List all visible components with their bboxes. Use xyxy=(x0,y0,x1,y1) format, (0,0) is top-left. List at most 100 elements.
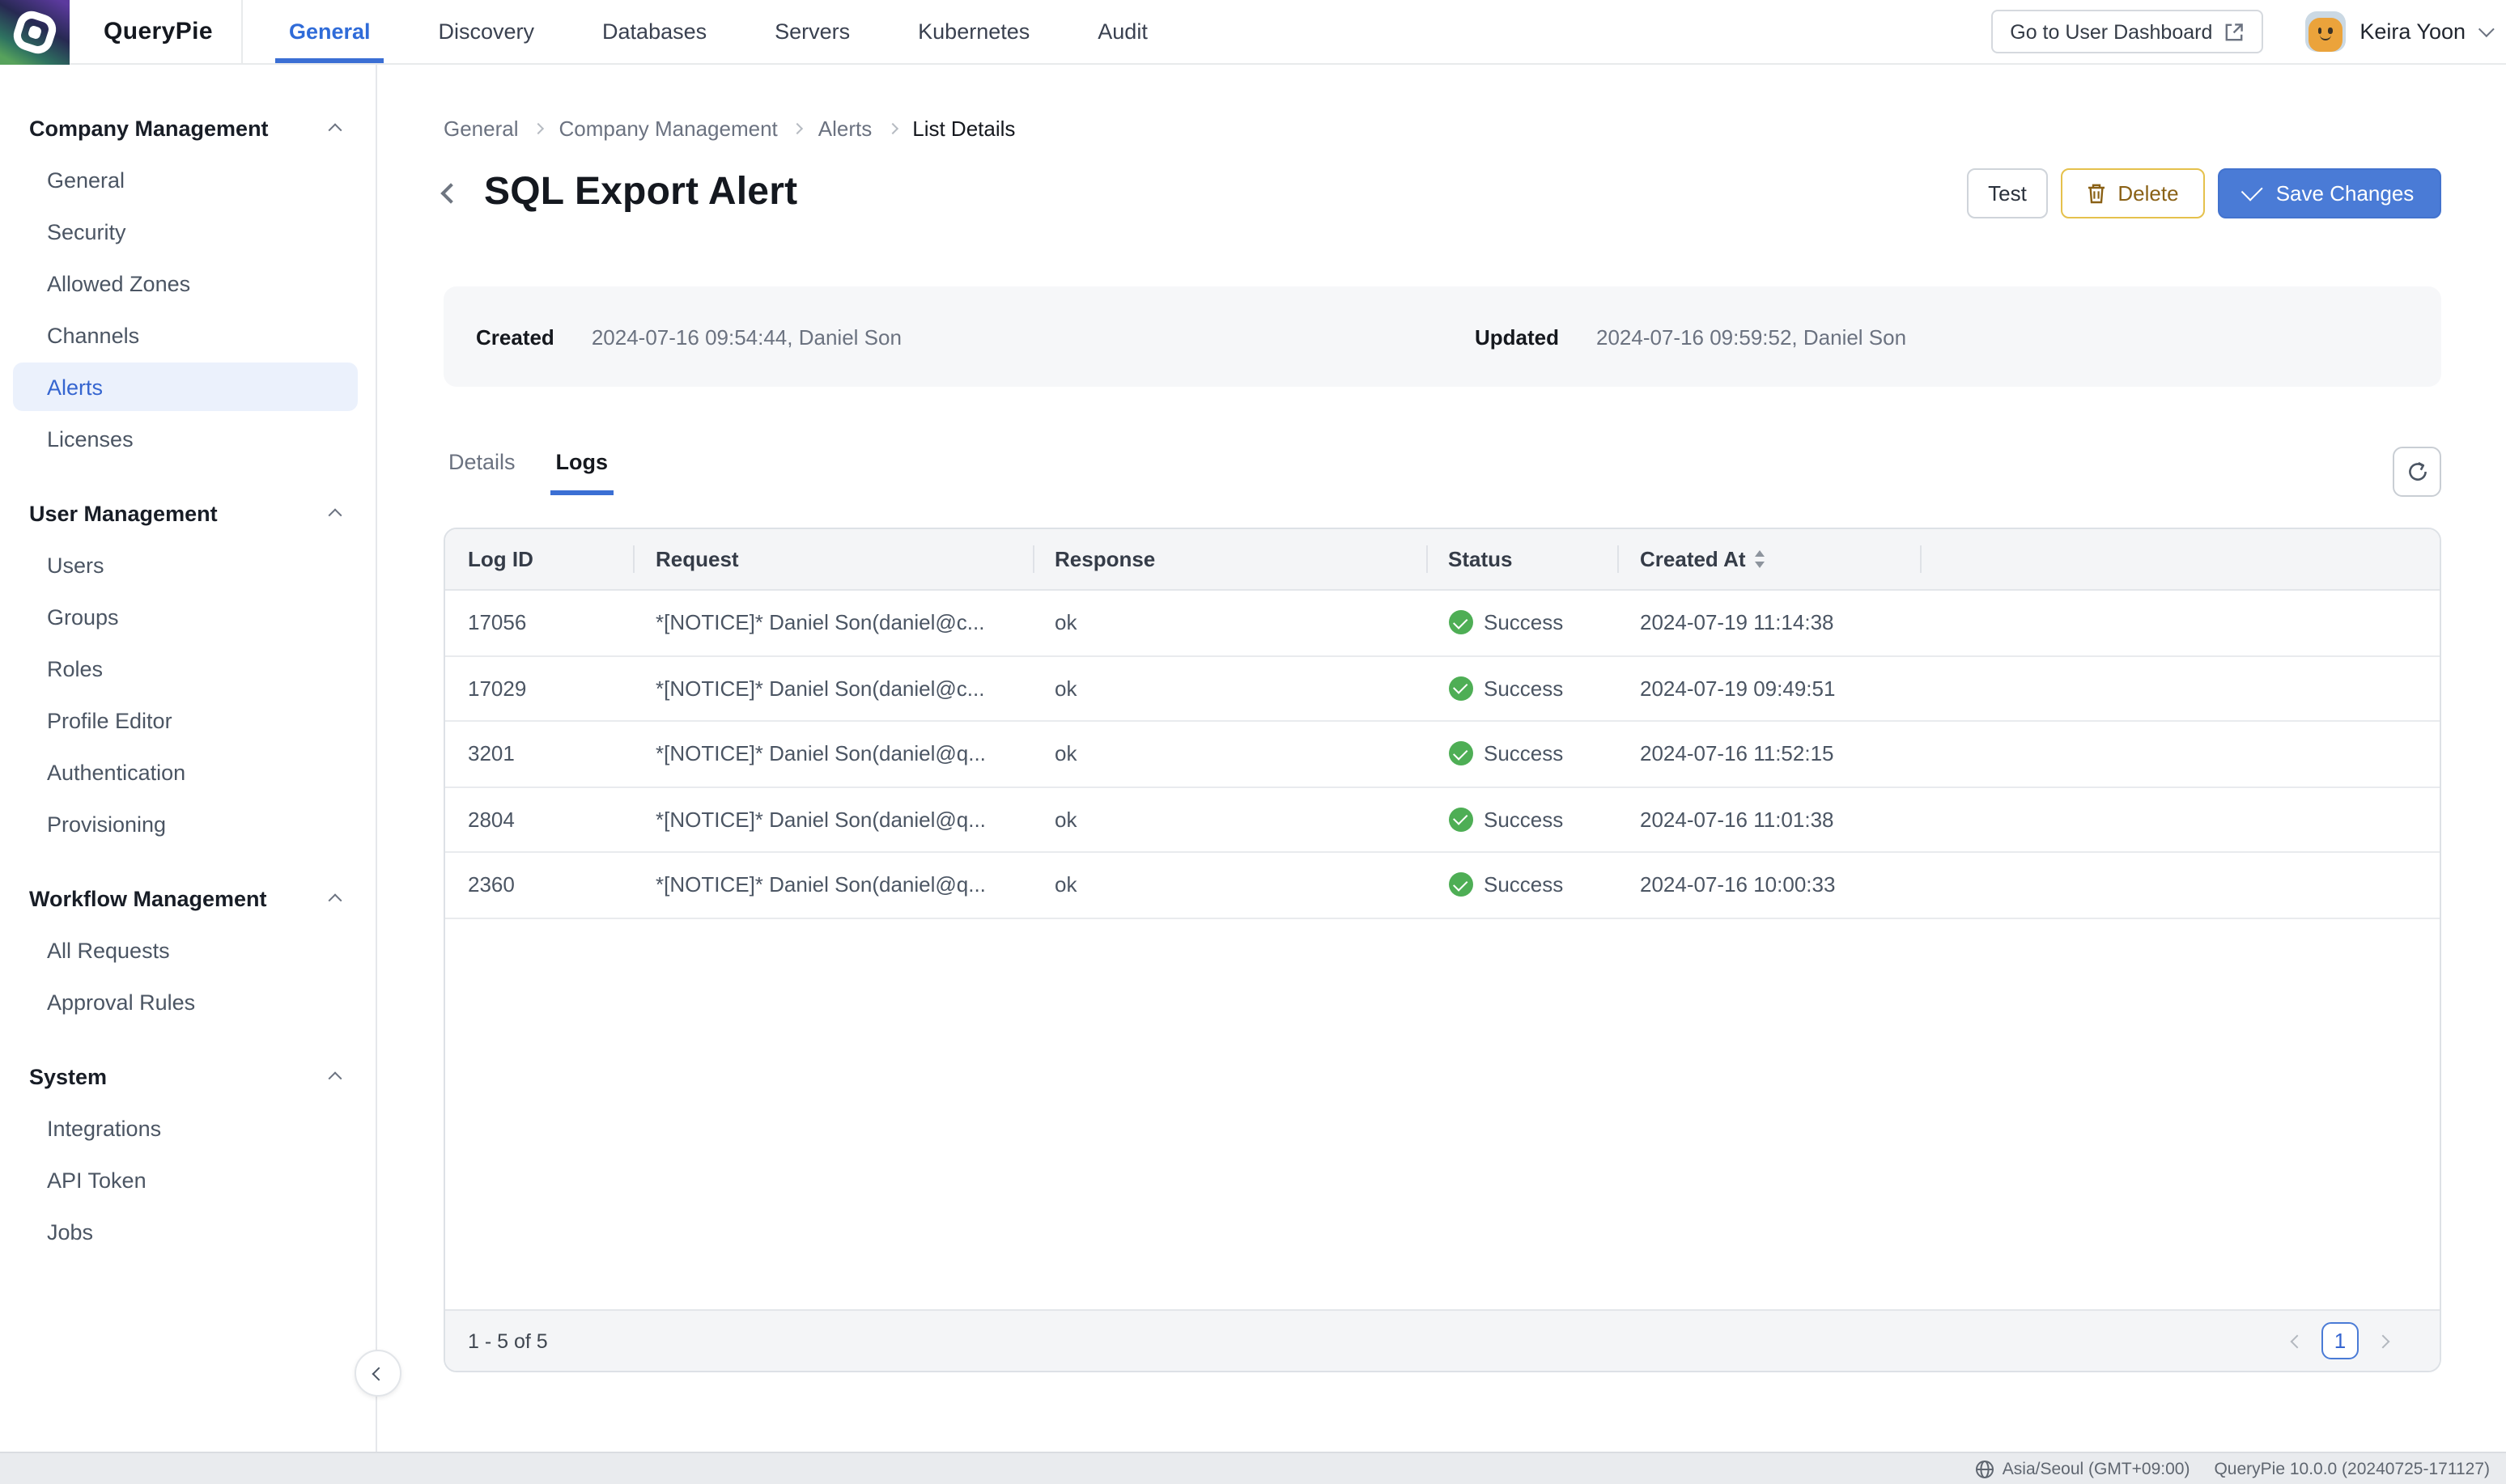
success-check-icon xyxy=(1448,873,1472,897)
chevron-up-icon xyxy=(329,893,342,907)
sidebar-item-roles[interactable]: Roles xyxy=(13,644,358,693)
sidebar-item-integrations[interactable]: Integrations xyxy=(13,1104,358,1152)
page-actions: Test Delete Save Changes xyxy=(1967,167,2441,218)
sidebar-section-system[interactable]: System xyxy=(0,1052,376,1100)
page-number[interactable]: 1 xyxy=(2321,1322,2359,1359)
table-row[interactable]: 2360 *[NOTICE]* Daniel Son(daniel@q... o… xyxy=(445,853,2440,918)
delete-button[interactable]: Delete xyxy=(2061,167,2205,218)
column-header-request: Request xyxy=(633,529,1032,589)
sidebar-item-general[interactable]: General xyxy=(13,155,358,204)
cell-created-at: 2024-07-16 10:00:33 xyxy=(1617,853,1919,917)
cell-response: ok xyxy=(1032,656,1425,720)
nav-servers[interactable]: Servers xyxy=(775,0,850,63)
table-row[interactable]: 3201 *[NOTICE]* Daniel Son(daniel@q... o… xyxy=(445,722,2440,787)
sidebar-item-licenses[interactable]: Licenses xyxy=(13,414,358,463)
cell-log-id: 17056 xyxy=(445,591,633,655)
globe-icon xyxy=(1975,1459,1994,1478)
sidebar-item-jobs[interactable]: Jobs xyxy=(13,1207,358,1256)
status-label: Success xyxy=(1484,808,1563,832)
nav-kubernetes[interactable]: Kubernetes xyxy=(918,0,1030,63)
sidebar-item-alerts[interactable]: Alerts xyxy=(13,363,358,411)
table-header-row: Log ID Request Response Status Created A… xyxy=(445,529,2440,591)
trash-icon xyxy=(2087,182,2106,203)
primary-nav: General Discovery Databases Servers Kube… xyxy=(289,0,1148,63)
timezone-label: Asia/Seoul (GMT+09:00) xyxy=(2003,1459,2190,1478)
cell-created-at: 2024-07-19 09:49:51 xyxy=(1617,656,1919,720)
sidebar-item-groups[interactable]: Groups xyxy=(13,592,358,641)
cell-created-at: 2024-07-16 11:52:15 xyxy=(1617,722,1919,786)
table-row[interactable]: 17056 *[NOTICE]* Daniel Son(daniel@c... … xyxy=(445,591,2440,656)
prev-page-button[interactable] xyxy=(2287,1331,2307,1350)
sidebar-item-authentication[interactable]: Authentication xyxy=(13,748,358,796)
go-to-user-dashboard-button[interactable]: Go to User Dashboard xyxy=(1990,10,2262,53)
success-check-icon xyxy=(1448,611,1472,635)
save-button-label: Save Changes xyxy=(2276,180,2415,205)
querypie-logo-icon xyxy=(0,0,70,64)
page-title: SQL Export Alert xyxy=(484,170,797,215)
sidebar-collapse-button[interactable] xyxy=(355,1350,401,1397)
row-range: 1 - 5 of 5 xyxy=(468,1329,548,1352)
column-header-response: Response xyxy=(1032,529,1425,589)
chevron-right-icon xyxy=(533,123,544,134)
cell-response: ok xyxy=(1032,787,1425,851)
save-changes-button[interactable]: Save Changes xyxy=(2218,167,2441,218)
cell-request: *[NOTICE]* Daniel Son(daniel@c... xyxy=(633,656,1032,720)
sidebar-item-api-token[interactable]: API Token xyxy=(13,1155,358,1204)
breadcrumb-general[interactable]: General xyxy=(444,117,519,141)
sort-icon[interactable] xyxy=(1756,551,1765,568)
status-label: Success xyxy=(1484,676,1563,701)
chevron-up-icon xyxy=(329,1071,342,1085)
table-footer: 1 - 5 of 5 1 xyxy=(445,1309,2440,1371)
main-content: General Company Management Alerts List D… xyxy=(377,65,2506,1452)
sidebar-item-allowed-zones[interactable]: Allowed Zones xyxy=(13,259,358,307)
chevron-up-icon xyxy=(329,508,342,522)
back-button[interactable] xyxy=(444,173,473,212)
table-row[interactable]: 2804 *[NOTICE]* Daniel Son(daniel@q... o… xyxy=(445,787,2440,853)
nav-databases[interactable]: Databases xyxy=(602,0,707,63)
tab-details[interactable]: Details xyxy=(444,447,520,490)
user-name: Keira Yoon xyxy=(2359,19,2466,44)
success-check-icon xyxy=(1448,676,1472,701)
table-empty-space xyxy=(445,918,2440,1309)
table-row[interactable]: 17029 *[NOTICE]* Daniel Son(daniel@c... … xyxy=(445,656,2440,722)
dashboard-button-label: Go to User Dashboard xyxy=(2010,20,2212,43)
version-label: QueryPie 10.0.0 (20240725-171127) xyxy=(2214,1459,2490,1478)
success-check-icon xyxy=(1448,742,1472,766)
sidebar-item-approval-rules[interactable]: Approval Rules xyxy=(13,977,358,1026)
sidebar: Company Management General Security Allo… xyxy=(0,65,377,1452)
sidebar-item-all-requests[interactable]: All Requests xyxy=(13,926,358,974)
user-menu[interactable]: Keira Yoon xyxy=(2304,11,2490,52)
next-page-button[interactable] xyxy=(2373,1331,2393,1350)
column-header-created-at[interactable]: Created At xyxy=(1617,529,1919,589)
sidebar-item-users[interactable]: Users xyxy=(13,541,358,589)
external-link-icon xyxy=(2224,22,2243,41)
column-header-log-id: Log ID xyxy=(445,529,633,589)
sidebar-item-security[interactable]: Security xyxy=(13,207,358,256)
nav-general[interactable]: General xyxy=(289,0,371,63)
breadcrumb-list-details: List Details xyxy=(912,117,1015,141)
header-right: Go to User Dashboard Keira Yoon xyxy=(1990,10,2506,53)
updated-meta: Updated 2024-07-16 09:59:52, Daniel Son xyxy=(1442,324,2441,349)
chevron-left-icon xyxy=(372,1367,385,1380)
tab-logs[interactable]: Logs xyxy=(551,447,614,495)
sidebar-item-profile-editor[interactable]: Profile Editor xyxy=(13,696,358,744)
sidebar-section-user-management[interactable]: User Management xyxy=(0,489,376,537)
test-button[interactable]: Test xyxy=(1967,167,2048,218)
sidebar-item-provisioning[interactable]: Provisioning xyxy=(13,799,358,848)
breadcrumb-alerts[interactable]: Alerts xyxy=(818,117,872,141)
check-icon xyxy=(2241,180,2262,201)
breadcrumb-company-management[interactable]: Company Management xyxy=(559,117,778,141)
avatar xyxy=(2304,11,2345,52)
nav-discovery[interactable]: Discovery xyxy=(439,0,535,63)
sidebar-item-channels[interactable]: Channels xyxy=(13,311,358,359)
querypie-logo[interactable] xyxy=(0,0,70,64)
status-bar: Asia/Seoul (GMT+09:00) QueryPie 10.0.0 (… xyxy=(0,1452,2506,1484)
refresh-button[interactable] xyxy=(2393,447,2441,497)
sidebar-section-company-management[interactable]: Company Management xyxy=(0,104,376,152)
cell-response: ok xyxy=(1032,722,1425,786)
sidebar-section-workflow-management[interactable]: Workflow Management xyxy=(0,874,376,922)
created-label: Created xyxy=(476,324,554,349)
cell-response: ok xyxy=(1032,853,1425,917)
status-label: Success xyxy=(1484,742,1563,766)
nav-audit[interactable]: Audit xyxy=(1098,0,1148,63)
